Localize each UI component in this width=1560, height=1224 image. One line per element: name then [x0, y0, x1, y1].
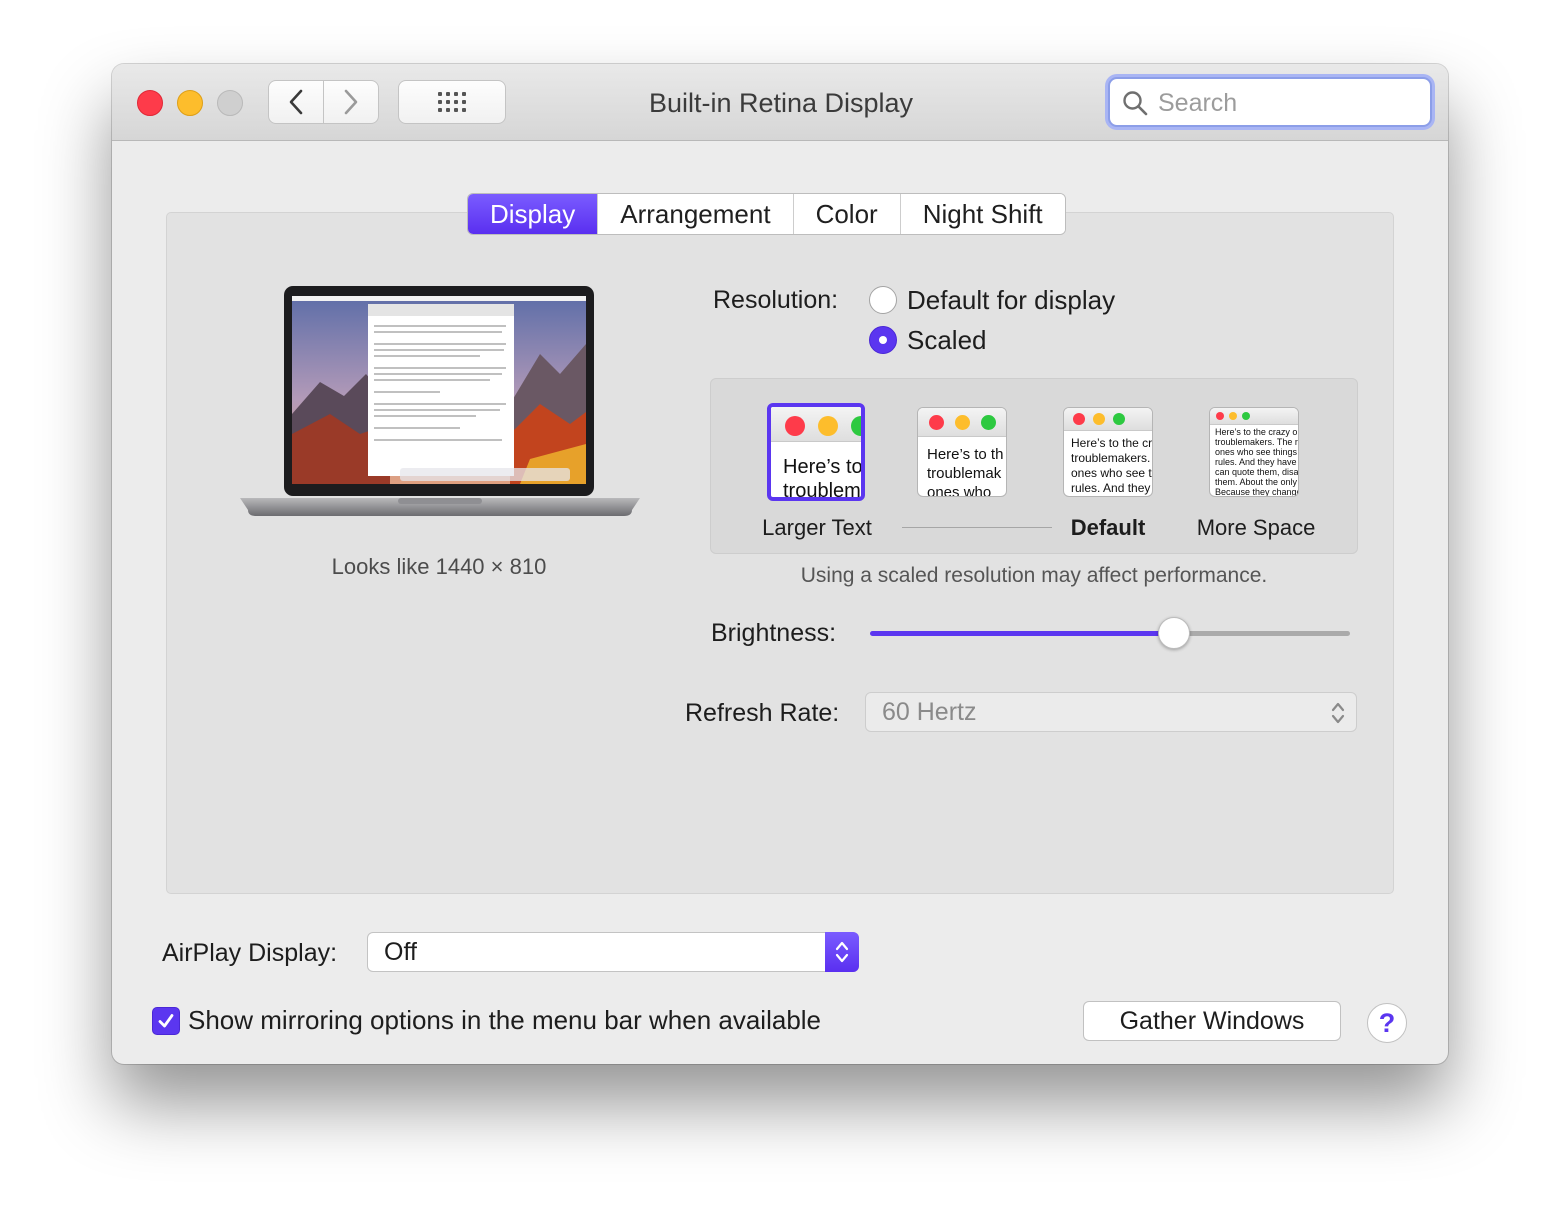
- chevron-left-icon: [289, 89, 303, 115]
- brightness-slider-fill[interactable]: [870, 631, 1174, 636]
- tab-night-shift[interactable]: Night Shift: [899, 194, 1065, 234]
- minimize-dot-icon: [1093, 413, 1105, 425]
- refresh-rate-label: Refresh Rate:: [685, 699, 840, 727]
- resolution-label: Resolution:: [713, 286, 839, 314]
- refresh-rate-select: 60 Hertz: [865, 692, 1357, 732]
- looks-like-text: Looks like 1440 × 810: [331, 554, 547, 579]
- airplay-display-label: AirPlay Display:: [162, 939, 338, 967]
- radio-scaled[interactable]: [869, 326, 897, 354]
- scale-sample-text: Here’s to troublem: [783, 456, 863, 501]
- airplay-display-value: Off: [384, 938, 417, 966]
- refresh-rate-value: 60 Hertz: [882, 698, 977, 726]
- checkmark-icon: [158, 1014, 174, 1028]
- close-button[interactable]: [137, 90, 163, 116]
- minimize-dot-icon: [818, 416, 838, 436]
- zoom-dot-icon: [981, 415, 996, 430]
- scale-option-2[interactable]: Here’s to th troublemak ones who: [917, 407, 1007, 497]
- tab-display[interactable]: Display: [468, 194, 598, 234]
- scale-option-larger-text[interactable]: Here’s to troublem: [767, 403, 865, 501]
- minimize-dot-icon: [1229, 412, 1237, 420]
- display-preview-laptop: [240, 286, 640, 516]
- scale-label-more-space: More Space: [1196, 515, 1316, 540]
- chevron-right-icon: [344, 89, 358, 115]
- minimize-button[interactable]: [177, 90, 203, 116]
- radio-scaled-label[interactable]: Scaled: [907, 325, 987, 356]
- forward-button[interactable]: [323, 80, 379, 124]
- show-mirroring-checkbox[interactable]: [152, 1007, 180, 1035]
- tab-color[interactable]: Color: [792, 194, 900, 234]
- close-dot-icon: [929, 415, 944, 430]
- up-down-arrows-icon: [835, 941, 849, 963]
- gather-windows-button[interactable]: Gather Windows: [1083, 1001, 1341, 1041]
- show-all-button[interactable]: [398, 80, 506, 124]
- brightness-label: Brightness:: [711, 619, 837, 647]
- close-dot-icon: [785, 416, 805, 436]
- scale-sample-text: Here’s to the cr troublemakers. ones who…: [1071, 436, 1153, 495]
- window-title: Built-in Retina Display: [648, 88, 914, 118]
- title-bar: Built-in Retina Display: [112, 64, 1448, 141]
- zoom-dot-icon: [851, 416, 861, 436]
- zoom-dot-icon: [1113, 413, 1125, 425]
- minimize-dot-icon: [955, 415, 970, 430]
- airplay-display-select[interactable]: Off: [367, 932, 859, 972]
- scale-label-default: Default: [1070, 515, 1146, 540]
- close-dot-icon: [1216, 412, 1224, 420]
- show-mirroring-label[interactable]: Show mirroring options in the menu bar w…: [188, 1005, 821, 1036]
- search-field[interactable]: [1108, 77, 1432, 127]
- scale-option-default[interactable]: Here’s to the cr troublemakers. ones who…: [1063, 407, 1153, 497]
- scale-label-larger-text: Larger Text: [762, 515, 872, 540]
- zoom-dot-icon: [1242, 412, 1250, 420]
- brightness-slider-knob[interactable]: [1158, 617, 1190, 649]
- radio-default-for-display-label[interactable]: Default for display: [907, 285, 1115, 316]
- scale-option-more-space[interactable]: Here’s to the crazy one troublemakers. T…: [1209, 407, 1299, 497]
- tab-bar: Display Arrangement Color Night Shift: [467, 193, 1066, 235]
- brightness-slider-track[interactable]: [1172, 631, 1350, 636]
- scale-divider-line: [902, 527, 1052, 528]
- help-button[interactable]: ?: [1367, 1003, 1407, 1043]
- search-input[interactable]: [1156, 86, 1422, 120]
- close-dot-icon: [1073, 413, 1085, 425]
- tab-arrangement[interactable]: Arrangement: [597, 194, 793, 234]
- radio-default-for-display[interactable]: [869, 286, 897, 314]
- preferences-window: Built-in Retina Display Display Arrangem…: [112, 64, 1448, 1064]
- airplay-select-arrows[interactable]: [825, 932, 859, 972]
- grid-icon: [438, 92, 466, 112]
- zoom-button[interactable]: [217, 90, 243, 116]
- performance-note: Using a scaled resolution may affect per…: [800, 564, 1268, 587]
- search-icon: [1123, 91, 1148, 116]
- up-down-arrows-icon: [1331, 702, 1345, 724]
- scale-sample-text: Here’s to th troublemak ones who: [927, 446, 1004, 497]
- back-button[interactable]: [268, 80, 324, 124]
- scale-sample-text: Here’s to the crazy one troublemakers. T…: [1215, 427, 1299, 497]
